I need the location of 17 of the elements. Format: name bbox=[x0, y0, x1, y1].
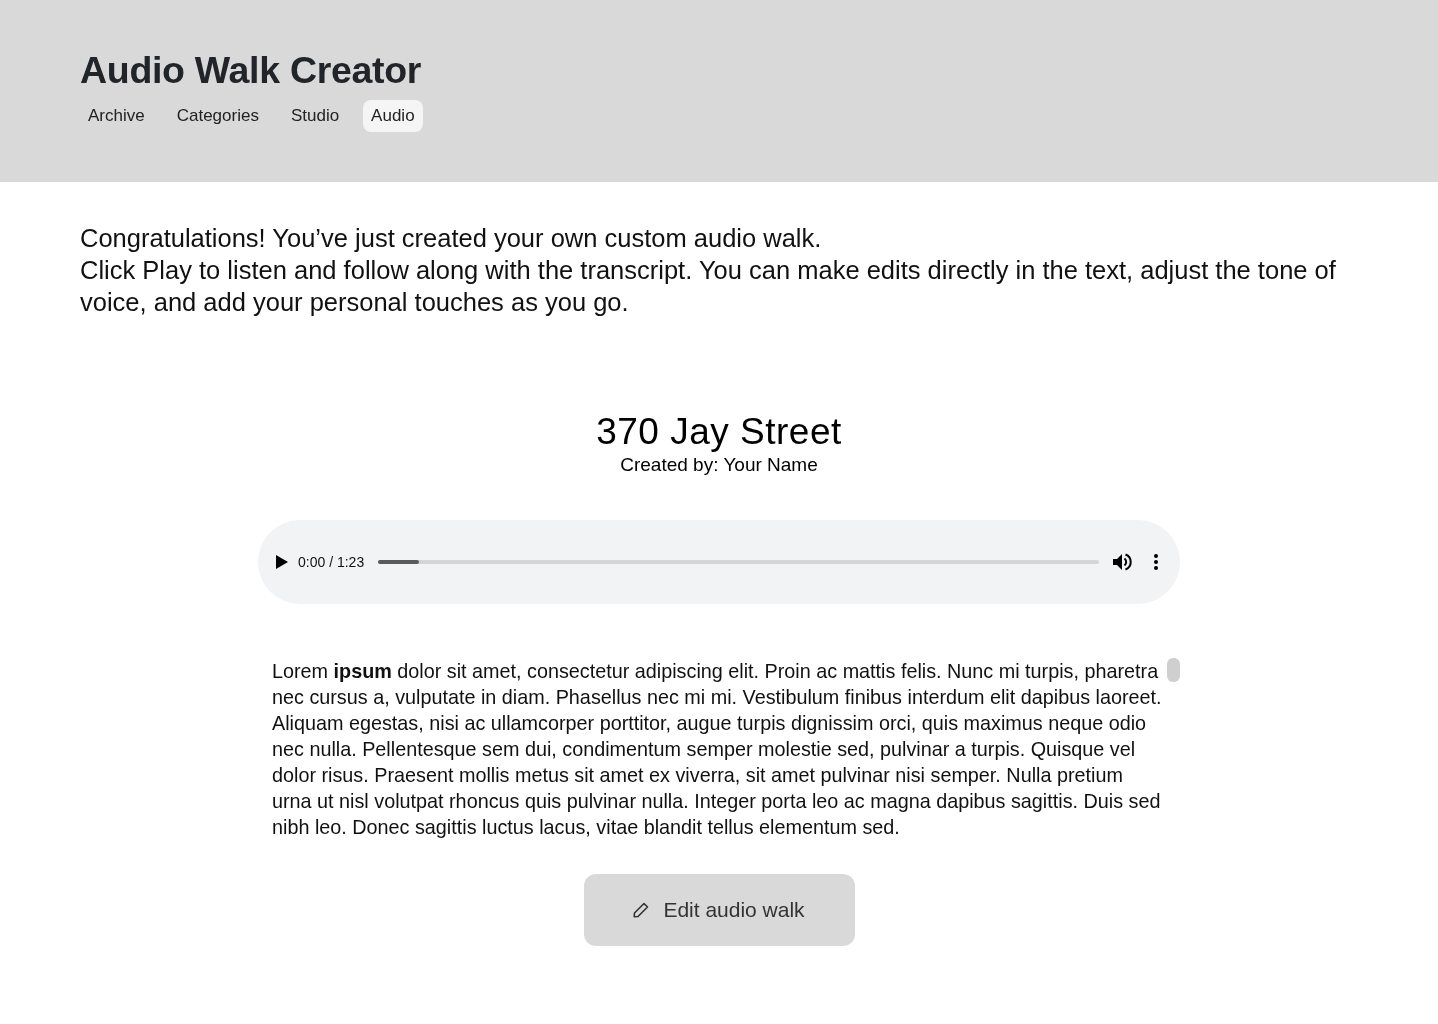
time-text: 0:00 / 1:23 bbox=[298, 552, 365, 572]
nav-tab[interactable]: Studio bbox=[282, 100, 348, 132]
nav-tab[interactable]: Audio bbox=[363, 100, 423, 132]
byline-text: Created by: Your Name bbox=[619, 454, 819, 476]
play-icon[interactable] bbox=[276, 555, 288, 569]
scrollbar-thumb[interactable] bbox=[1167, 658, 1180, 682]
walk-title: 370 Jay Street bbox=[595, 412, 843, 452]
nav-tab[interactable]: Archive bbox=[80, 100, 153, 132]
edit-button[interactable]: Edit audio walk bbox=[583, 874, 855, 946]
intro-text: Click Play to listen and follow along with the transcript. You can make edits directly in the text, adjust the tone of voice, and add your personal touches as you go. bbox=[80, 255, 1337, 318]
nav-tab[interactable]: Categories bbox=[168, 100, 267, 132]
app-title: Audio Walk Creator bbox=[80, 48, 422, 93]
pencil-icon bbox=[633, 902, 650, 918]
more-icon[interactable] bbox=[1154, 554, 1158, 570]
intro-text: Congratulations! You’ve just created your own custom audio walk. bbox=[80, 223, 823, 254]
transcript-text: Lorem ipsum dolor sit amet, consectetur adipiscing elit. Proin ac mattis felis. Nunc mi turpis, pharetra nec cursus a, vulputate in diam. Phasellus nec mi mi. Vestibulum finibus interdum elit dapibus laoreet. Aliquam egestas, nisi ac ullamcorper porttitor, augue turpis dignissim orci, quis maximus neque odio nec nulla. Pellentesque sem dui, condimentum semper molestie sed, pulvinar a turpis. Quisque vel dolor risus. Praesent mollis metus sit amet ex viverra, sit amet pulvinar nisi semper. Nulla pretium urna ut nisl volutpat rhoncus quis pulvinar nulla. Integer porta leo ac magna dapibus sagittis. Duis sed nibh leo. Donec sagittis luctus lacus, vitae blandit tellus elementum sed. bbox=[272, 659, 1162, 840]
volume-icon[interactable] bbox=[1113, 553, 1132, 571]
